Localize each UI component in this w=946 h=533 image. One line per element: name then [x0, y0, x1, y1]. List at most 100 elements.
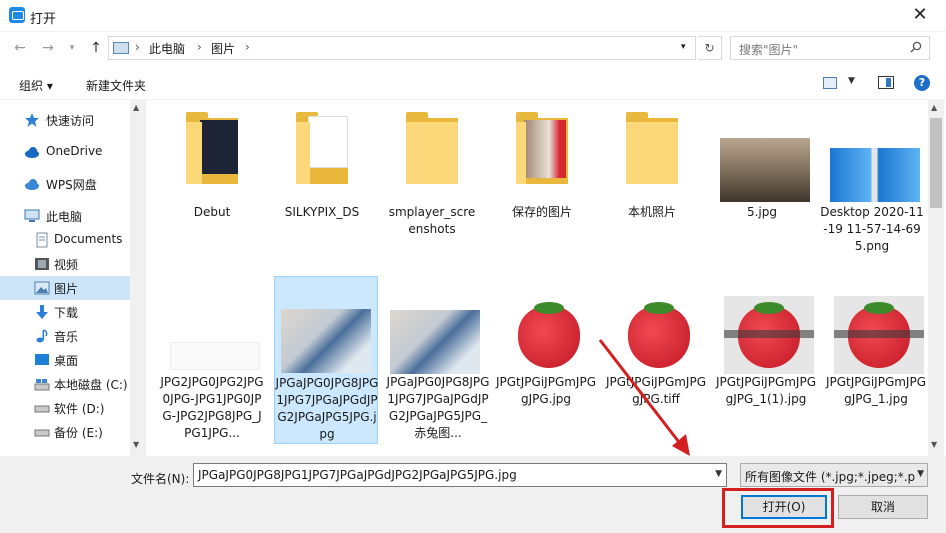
sidebar-item-videos[interactable]: 视频 — [0, 252, 130, 276]
sidebar-item-label: 本地磁盘 (C:) — [54, 378, 128, 392]
search-box[interactable]: 搜索"图片" — [730, 36, 930, 60]
sidebar-item-downloads[interactable]: 下载 — [0, 300, 130, 324]
folder-icon — [186, 112, 238, 184]
file-item[interactable]: JPGtJPGiJPGmJPGgJPG.jpg — [494, 278, 598, 446]
file-type-select[interactable]: 所有图像文件 (*.jpg;*.jpeg;*.p ▼ — [740, 463, 928, 487]
image-thumbnail — [281, 309, 371, 373]
file-label: JPGaJPG0JPG8JPG1JPG7JPGaJPGdJPG2JPGaJPG5… — [386, 375, 490, 440]
chevron-down-icon[interactable]: ▾ — [681, 42, 686, 52]
address-bar[interactable]: › 此电脑 › 图片 › ▾ — [108, 36, 696, 60]
sidebar-item-onedrive[interactable]: OneDrive — [0, 140, 130, 164]
file-item[interactable]: 保存的图片 — [490, 112, 594, 282]
file-label: JPGaJPG0JPG8JPG1JPG7JPGaJPGdJPG2JPGaJPG5… — [275, 376, 379, 441]
desktop-icon — [35, 354, 49, 365]
sidebar-item-quick-access[interactable]: 快速访问 — [0, 108, 130, 132]
music-icon — [36, 329, 48, 343]
scroll-up-icon[interactable]: ▲ — [133, 103, 139, 112]
highlight-box — [722, 488, 834, 528]
file-item-selected[interactable]: JPGaJPG0JPG8JPG1JPG7JPGaJPGdJPG2JPGaJPG5… — [274, 276, 378, 444]
sidebar-item-desktop[interactable]: 桌面 — [0, 348, 130, 372]
sidebar-item-drive-e[interactable]: 备份 (E:) — [0, 420, 130, 444]
sidebar-item-label: 音乐 — [54, 330, 79, 344]
file-item[interactable]: Desktop 2020-11-19 11-57-14-695.png — [820, 112, 924, 282]
file-item[interactable]: JPGtJPGiJPGmJPGgJPG_1.jpg — [824, 278, 928, 446]
folder-icon — [296, 112, 348, 184]
file-item[interactable]: 本机照片 — [600, 112, 704, 282]
breadcrumb-separator: › — [197, 40, 202, 54]
search-input[interactable]: 搜索"图片" — [739, 41, 798, 58]
sidebar-item-pictures[interactable]: 图片 — [0, 276, 130, 300]
help-icon[interactable]: ? — [914, 75, 930, 91]
file-item[interactable]: Debut — [160, 112, 264, 282]
sidebar-item-label: 桌面 — [54, 354, 79, 368]
chevron-down-icon[interactable]: ▼ — [848, 76, 855, 86]
image-thumbnail — [504, 296, 594, 374]
image-thumbnail — [170, 342, 260, 370]
folder-icon — [516, 112, 568, 184]
document-icon — [36, 232, 48, 248]
close-button[interactable]: ✕ — [900, 2, 940, 30]
image-thumbnail — [614, 296, 704, 374]
sidebar-item-wps[interactable]: WPS网盘 — [0, 172, 130, 196]
forward-arrow-icon: → — [42, 40, 54, 56]
app-icon — [9, 7, 25, 23]
search-icon — [910, 41, 922, 53]
scrollbar-thumb[interactable] — [930, 118, 942, 208]
title-bar — [0, 0, 946, 32]
file-item[interactable]: 5.jpg — [710, 112, 814, 282]
chevron-down-icon: ▾ — [69, 43, 75, 53]
sidebar-item-music[interactable]: 音乐 — [0, 324, 130, 348]
sidebar-item-label: 此电脑 — [46, 210, 83, 224]
cloud-icon — [25, 147, 39, 158]
refresh-button[interactable]: ↻ — [698, 36, 722, 60]
sidebar-item-drive-c[interactable]: 本地磁盘 (C:) — [0, 372, 130, 396]
filename-input[interactable]: JPGaJPG0JPG8JPG1JPG7JPGaJPGdJPG2JPGaJPG5… — [193, 463, 727, 487]
scroll-down-icon[interactable]: ▼ — [931, 440, 937, 449]
sidebar-item-label: 快速访问 — [46, 114, 95, 128]
window-title: 打开 — [30, 12, 57, 27]
cloud-icon — [25, 179, 39, 190]
file-label: smplayer_screenshots — [388, 205, 476, 236]
image-thumbnail — [724, 296, 814, 374]
preview-pane-icon[interactable] — [878, 76, 894, 89]
scroll-up-icon[interactable]: ▲ — [931, 103, 937, 112]
sidebar-item-documents[interactable]: Documents — [0, 228, 130, 252]
recent-locations-button[interactable]: ▾ — [62, 38, 82, 58]
change-view-icon[interactable] — [823, 77, 837, 89]
sidebar-item-this-pc[interactable]: 此电脑 — [0, 204, 130, 228]
back-button[interactable]: ← — [10, 38, 30, 58]
sidebar-item-label: 下载 — [54, 306, 79, 320]
file-item[interactable]: smplayer_screenshots — [380, 112, 484, 282]
breadcrumb-pictures[interactable]: 图片 — [211, 40, 235, 57]
picture-icon — [34, 281, 50, 295]
file-label: JPGtJPGiJPGmJPGgJPG_1.jpg — [825, 375, 927, 406]
forward-button[interactable]: → — [38, 38, 58, 58]
breadcrumb-this-pc[interactable]: 此电脑 — [149, 40, 185, 57]
scroll-down-icon[interactable]: ▼ — [133, 440, 139, 449]
file-item[interactable]: JPGtJPGiJPGmJPGgJPG_1(1).jpg — [714, 278, 818, 446]
sidebar-scrollbar[interactable]: ▲ ▼ — [130, 100, 146, 456]
sidebar-item-drive-d[interactable]: 软件 (D:) — [0, 396, 130, 420]
computer-icon — [24, 209, 40, 222]
drive-icon — [34, 405, 50, 413]
chevron-down-icon[interactable]: ▼ — [715, 469, 722, 479]
up-button[interactable]: ↑ — [86, 38, 106, 58]
folder-preview — [200, 120, 238, 174]
file-item[interactable]: JPGtJPGiJPGmJPGgJPG.tiff — [604, 278, 708, 446]
file-label: JPGtJPGiJPGmJPGgJPG.tiff — [605, 375, 707, 406]
new-folder-button[interactable]: 新建文件夹 — [86, 77, 146, 94]
sidebar-item-label: OneDrive — [46, 144, 103, 158]
sidebar-item-label: 软件 (D:) — [54, 402, 105, 416]
cancel-button[interactable]: 取消 — [838, 495, 928, 519]
breadcrumb-separator: › — [135, 40, 140, 54]
file-item[interactable]: JPGaJPG0JPG8JPG1JPG7JPGaJPGdJPG2JPGaJPG5… — [386, 278, 490, 446]
back-arrow-icon: ← — [14, 40, 26, 56]
sidebar-item-label: 图片 — [54, 282, 79, 296]
image-thumbnail — [720, 138, 810, 202]
filename-value: JPGaJPG0JPG8JPG1JPG7JPGaJPGdJPG2JPGaJPG5… — [198, 468, 517, 482]
file-item[interactable]: JPG2JPG0JPG2JPG0JPG-JPG1JPG0JPG-JPG2JPG8… — [160, 278, 264, 446]
organize-button[interactable]: 组织 ▾ — [19, 77, 53, 94]
file-item[interactable]: SILKYPIX_DS — [270, 112, 374, 282]
folder-icon — [626, 112, 678, 184]
breadcrumb-separator: › — [245, 40, 250, 54]
